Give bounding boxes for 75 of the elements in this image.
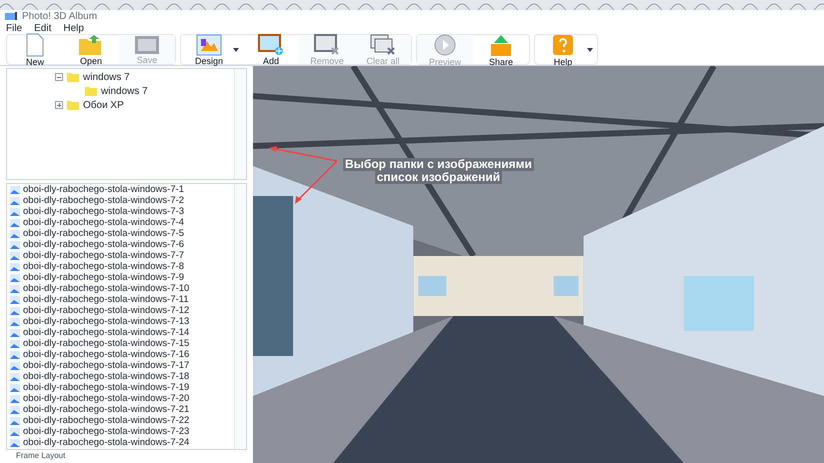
image-file-icon [10,296,20,304]
tree-item[interactable]: windows 7 [101,84,148,98]
image-file-icon [10,406,20,414]
image-file-icon [10,218,20,226]
list-item[interactable]: oboi-dly-rabochego-stola-windows-7-5 [23,228,184,239]
image-file-icon [10,306,20,314]
dropdown-button[interactable]: Design [181,35,243,64]
toolbar-button[interactable]: Open [63,35,119,64]
annotation-text: список изображений [374,171,502,184]
toolbar-button[interactable]: New [7,35,63,64]
image-file-icon [10,284,20,292]
list-item[interactable]: oboi-dly-rabochego-stola-windows-7-23 [23,426,190,437]
list-item[interactable]: oboi-dly-rabochego-stola-windows-7-9 [23,272,184,283]
play-icon [433,32,457,56]
list-item[interactable]: oboi-dly-rabochego-stola-windows-7-17 [23,360,190,371]
image-file-icon [10,372,20,380]
list-item[interactable]: oboi-dly-rabochego-stola-windows-7-6 [23,239,184,250]
list-item[interactable]: oboi-dly-rabochego-stola-windows-7-24 [23,437,190,448]
list-item[interactable]: oboi-dly-rabochego-stola-windows-7-20 [23,393,190,404]
list-item[interactable]: oboi-dly-rabochego-stola-windows-7-16 [23,349,190,360]
list-item[interactable]: oboi-dly-rabochego-stola-windows-7-12 [23,305,190,316]
list-item[interactable]: oboi-dly-rabochego-stola-windows-7-15 [23,338,190,349]
list-item[interactable]: oboi-dly-rabochego-stola-windows-7-3 [23,206,184,217]
image-file-icon [10,416,20,424]
image-file-icon [10,262,20,270]
list-item[interactable]: oboi-dly-rabochego-stola-windows-7-18 [23,371,190,382]
list-item[interactable]: oboi-dly-rabochego-stola-windows-7-8 [23,261,184,272]
app-icon [4,11,18,21]
list-item[interactable]: oboi-dly-rabochego-stola-windows-7-11 [23,294,189,305]
image-file-icon [10,350,20,358]
expand-icon[interactable] [55,101,63,109]
menu-item[interactable]: File [6,20,22,36]
image-file-icon [10,438,20,446]
picture-frame-icon [134,34,160,54]
arrows [267,146,339,206]
image-file-icon [10,252,20,260]
list-item[interactable]: oboi-dly-rabochego-stola-windows-7-13 [23,316,190,327]
list-item[interactable]: oboi-dly-rabochego-stola-windows-7-14 [23,327,190,338]
list-item[interactable]: oboi-dly-rabochego-stola-windows-7-21 [23,404,190,415]
list-item[interactable]: oboi-dly-rabochego-stola-windows-7-19 [23,382,190,393]
image-file-icon [10,196,20,204]
tree-item[interactable]: windows 7 [83,70,130,84]
menu-item[interactable]: Help [63,20,84,36]
image-file-icon [10,340,20,348]
toolbar-button[interactable]: Add [243,35,299,64]
image-file-icon [10,394,20,402]
list-item[interactable]: oboi-dly-rabochego-stola-windows-7-4 [23,217,184,228]
palette-image-icon [196,34,222,56]
image-file-icon [10,186,20,194]
folder-icon [67,72,79,82]
list-item[interactable]: oboi-dly-rabochego-stola-windows-7-22 [23,415,190,426]
list-item[interactable]: oboi-dly-rabochego-stola-windows-7-1 [23,184,184,195]
image-file-icon [10,318,20,326]
folder-icon [78,34,104,56]
list-item[interactable]: oboi-dly-rabochego-stola-windows-7-10 [23,283,190,294]
tree-item[interactable]: Обои XP [83,98,124,112]
image-file-icon [10,208,20,216]
window-title: Photo! 3D Album [22,10,98,24]
list-item[interactable]: oboi-dly-rabochego-stola-windows-7-2 [23,195,184,206]
menu-item[interactable]: Edit [34,20,52,36]
image-file-icon [10,274,20,282]
gift-box-icon [488,32,514,56]
dropdown-button[interactable]: Help [535,35,597,64]
folder-icon [67,100,79,110]
folder-icon [85,86,97,96]
panel-label: Frame Layout [15,450,66,462]
image-file-icon [10,428,20,436]
collapse-icon[interactable] [55,73,63,81]
list-item[interactable]: oboi-dly-rabochego-stola-windows-7-7 [23,250,184,261]
image-file-icon [10,384,20,392]
image-file-icon [10,362,20,370]
image-file-icon [10,230,20,238]
image-file-icon [10,240,20,248]
annotation-text: Выбор папки с изображениями [343,158,534,171]
image-file-icon [10,328,20,336]
